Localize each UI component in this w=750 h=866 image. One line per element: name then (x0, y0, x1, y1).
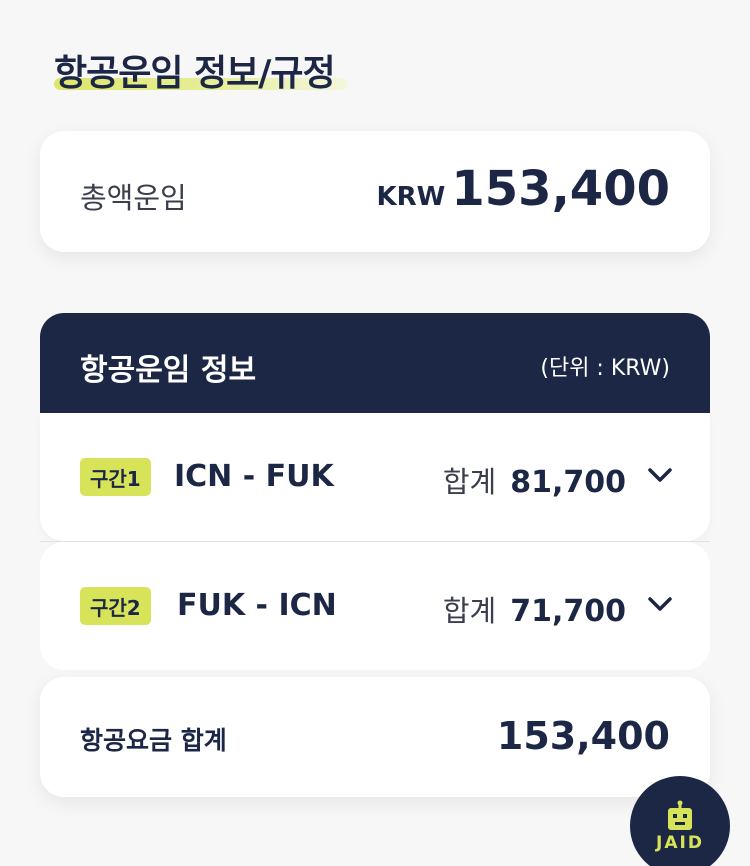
jaid-assistant-button[interactable]: JAID (630, 776, 730, 866)
segment-badge: 구간2 (80, 587, 151, 625)
total-fare-label: 총액운임 (80, 181, 187, 215)
segment-route: FUK - ICN (177, 588, 337, 623)
total-fare-amount: 153,400 (451, 161, 670, 217)
total-fare-value: KRW 153,400 (377, 161, 670, 217)
jaid-label: JAID (656, 833, 704, 853)
robot-icon (668, 800, 692, 830)
segment-route: ICN - FUK (174, 459, 334, 494)
total-fare-currency: KRW (376, 182, 446, 212)
fare-total-amount: 153,400 (496, 714, 670, 758)
segment-row-2[interactable]: 구간2 FUK - ICN 합계 71,700 (40, 542, 710, 670)
page: 항공운임 정보/규정 총액운임 KRW 153,400 항공운임 정보 (단위 … (0, 0, 750, 866)
segment-sum: 합계 81,700 (443, 459, 626, 501)
segment-sum: 합계 71,700 (443, 588, 626, 630)
segment-row-1[interactable]: 구간1 ICN - FUK 합계 81,700 (40, 413, 710, 541)
segment-badge: 구간1 (80, 458, 151, 496)
page-title: 항공운임 정보/규정 (54, 53, 336, 94)
chevron-down-icon[interactable] (646, 465, 674, 485)
segment-sum-label: 합계 (442, 594, 497, 628)
segment-sum-label: 합계 (442, 465, 497, 499)
fare-info-unit: (단위 : KRW) (540, 356, 670, 381)
fare-info-title: 항공운임 정보 (80, 353, 257, 388)
fare-total-label: 항공요금 합계 (80, 726, 227, 755)
fare-total-card: 항공요금 합계 153,400 (40, 677, 710, 797)
total-fare-card: 총액운임 KRW 153,400 (40, 131, 710, 252)
chevron-down-icon[interactable] (646, 594, 674, 614)
segment-sum-value: 81,700 (510, 465, 626, 500)
fare-info-header: 항공운임 정보 (단위 : KRW) (40, 313, 710, 413)
segment-sum-value: 71,700 (510, 594, 626, 629)
